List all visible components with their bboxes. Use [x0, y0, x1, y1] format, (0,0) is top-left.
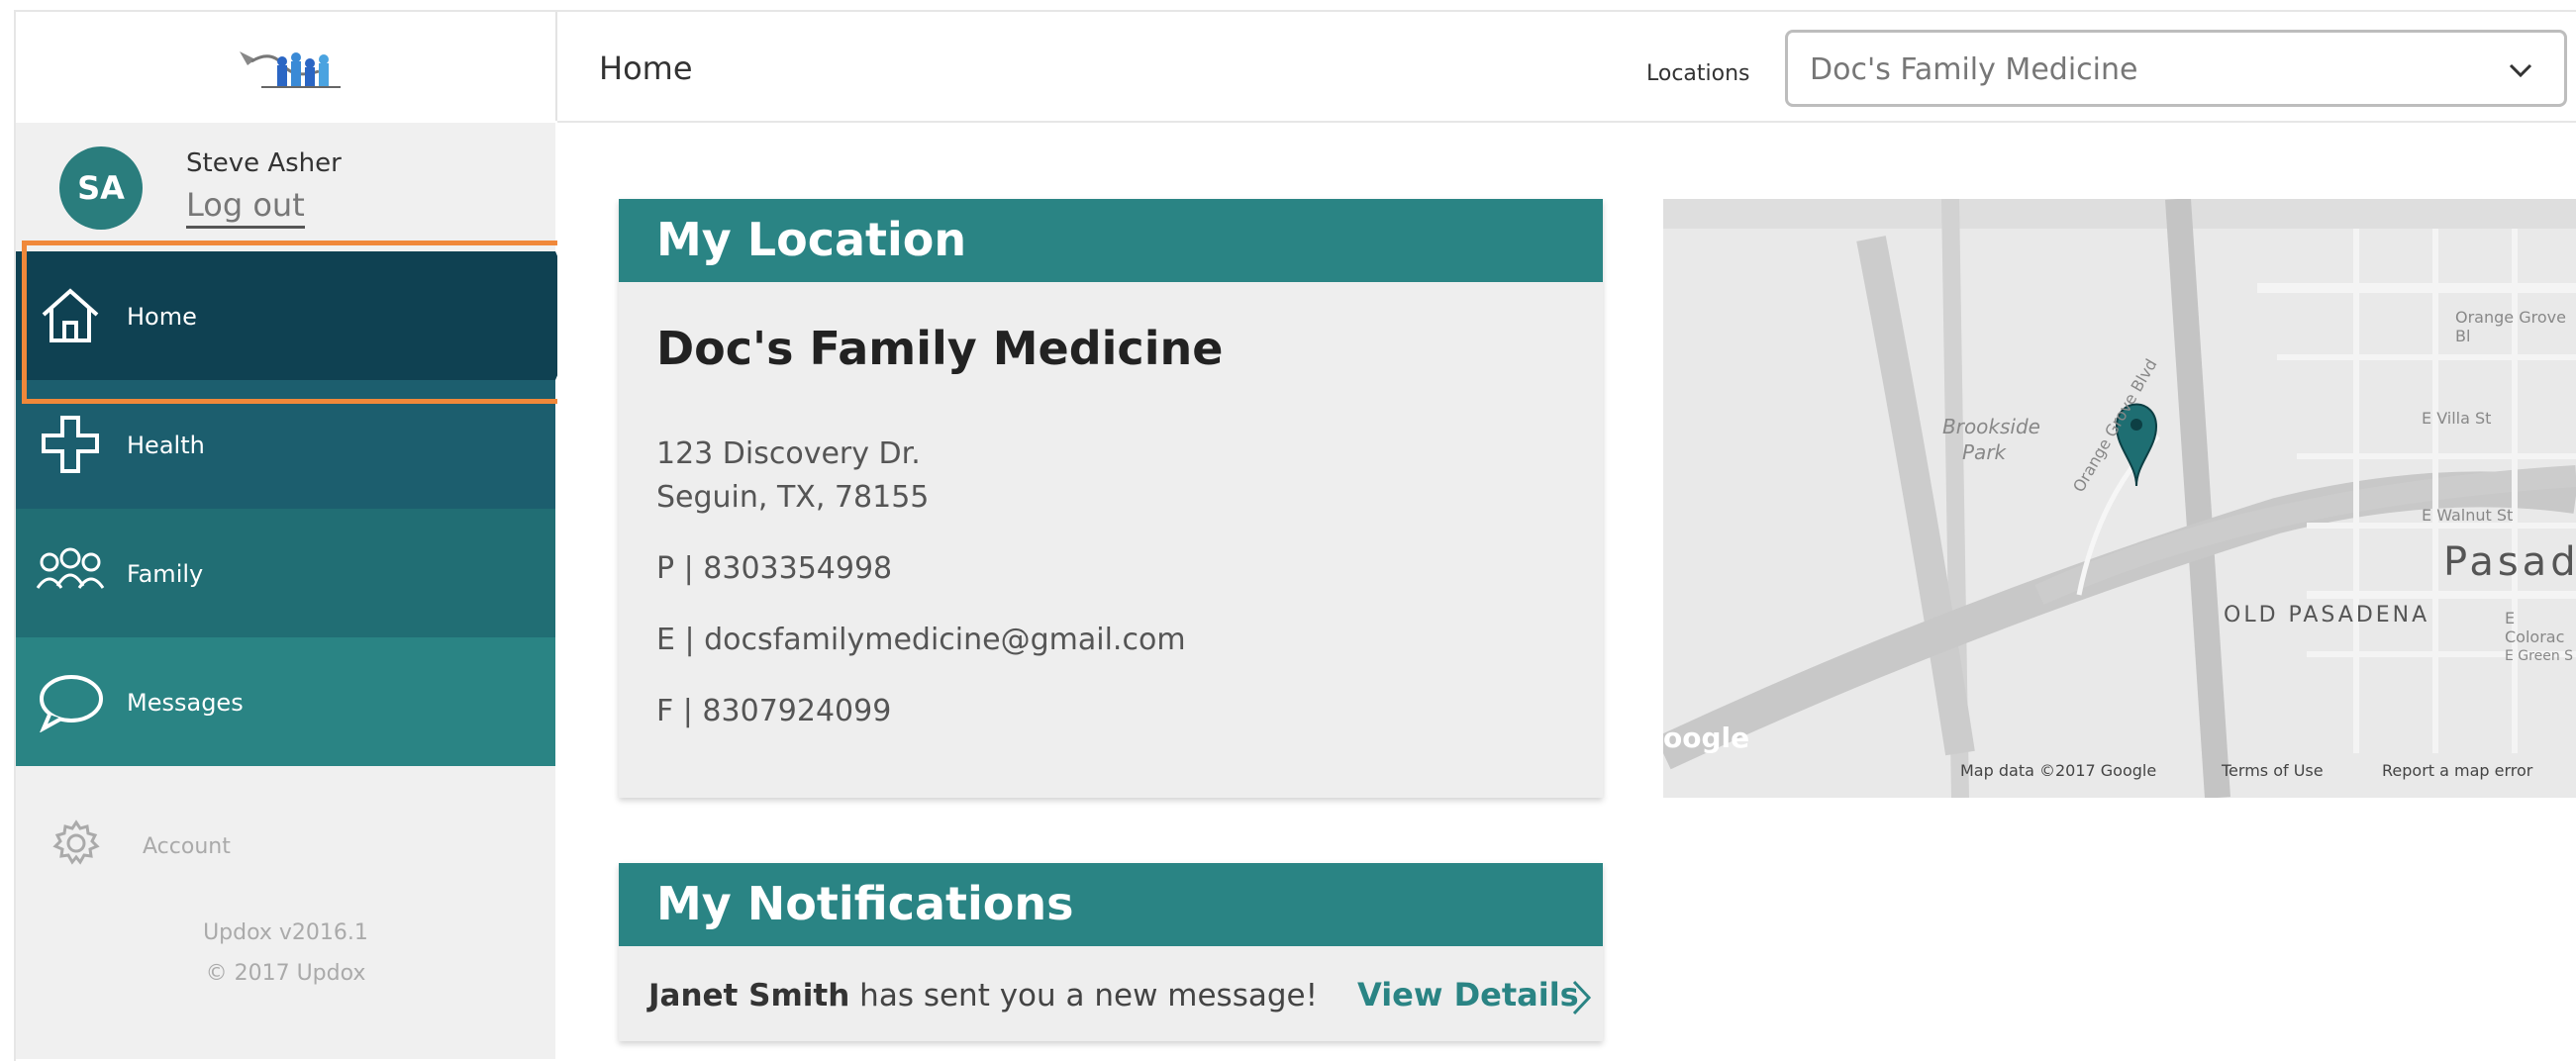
address-line-1: 123 Discovery Dr.: [656, 436, 921, 471]
address-line-2: Seguin, TX, 78155: [656, 480, 930, 515]
sidebar-item-home[interactable]: Home: [16, 251, 555, 380]
user-name: Steve Asher: [186, 148, 342, 178]
location-select-value: Doc's Family Medicine: [1810, 52, 2138, 87]
phone-number[interactable]: P | 8303354998: [656, 551, 892, 586]
location-name: Doc's Family Medicine: [656, 322, 1224, 375]
map-container: Orange Grove Bl Brookside Park Orange Gr…: [1655, 198, 2576, 850]
map-label: OLD PASADENA: [2224, 603, 2430, 627]
family-icon: [36, 547, 105, 589]
location-map[interactable]: Orange Grove Bl Brookside Park Orange Gr…: [1655, 198, 2576, 799]
map-roads: [1655, 198, 2576, 799]
main-content: My Location Doc's Family Medicine 123 Di…: [557, 123, 2576, 1059]
map-label: Orange Grove Bl: [2455, 308, 2566, 345]
avatar[interactable]: SA: [59, 146, 143, 230]
map-label: E Walnut St: [2422, 506, 2514, 525]
logo[interactable]: [16, 12, 557, 121]
copyright-text: © 2017 Updox: [205, 961, 366, 986]
map-label: E Colorac: [2505, 609, 2565, 646]
notification-message: has sent you a new message!: [859, 978, 1319, 1013]
version-text: Updox v2016.1: [203, 920, 368, 945]
sidebar: SA Steve Asher Log out Home Health Famil…: [16, 123, 583, 1059]
map-label: E Villa St: [2422, 409, 2492, 428]
sidebar-item-family[interactable]: Family: [16, 509, 555, 637]
top-bar: Home Locations Doc's Family Medicine: [557, 12, 2576, 123]
sidebar-item-label: Messages: [127, 689, 244, 717]
page-title: Home: [599, 49, 693, 87]
logo-icon: [239, 51, 341, 88]
chevron-right-icon[interactable]: [1571, 978, 1593, 1017]
sidebar-item-label: Health: [127, 432, 205, 459]
map-label: Park: [1962, 440, 2007, 464]
gear-icon: [52, 820, 100, 865]
sidebar-item-messages[interactable]: Messages: [16, 637, 555, 766]
account-label[interactable]: Account: [143, 834, 231, 859]
sidebar-item-label: Home: [127, 303, 197, 331]
card-title: My Notifications: [619, 863, 1603, 946]
notification-sender: Janet Smith: [648, 978, 850, 1013]
my-location-card: My Location Doc's Family Medicine 123 Di…: [619, 199, 1603, 798]
map-data-attribution: Map data ©2017 Google: [1960, 761, 2157, 780]
email-address[interactable]: E | docsfamilymedicine@gmail.com: [656, 623, 1186, 657]
card-title: My Location: [619, 199, 1603, 282]
health-cross-icon: [42, 416, 99, 473]
map-terms-link[interactable]: Terms of Use: [2222, 761, 2324, 780]
message-bubble-icon: [40, 675, 103, 732]
chevron-down-icon: [2509, 63, 2532, 78]
my-notifications-card: My Notifications Janet Smith has sent yo…: [619, 863, 1603, 1041]
map-report-link[interactable]: Report a map error: [2382, 761, 2532, 780]
fax-number: F | 8307924099: [656, 694, 892, 728]
notification-item: Janet Smith has sent you a new message!: [648, 978, 1318, 1013]
logout-link[interactable]: Log out: [186, 186, 305, 229]
sidebar-item-label: Family: [127, 560, 204, 588]
home-icon: [42, 288, 99, 342]
google-logo: oogle: [1663, 722, 1750, 754]
map-label: E Green S: [2505, 648, 2574, 664]
sidebar-item-health[interactable]: Health: [16, 380, 555, 509]
view-details-link[interactable]: View Details: [1357, 976, 1579, 1013]
map-label: Pasade: [2443, 539, 2576, 585]
locations-label: Locations: [1646, 61, 1750, 86]
map-label: Brookside: [1942, 415, 2040, 438]
location-select[interactable]: Doc's Family Medicine: [1785, 30, 2567, 107]
